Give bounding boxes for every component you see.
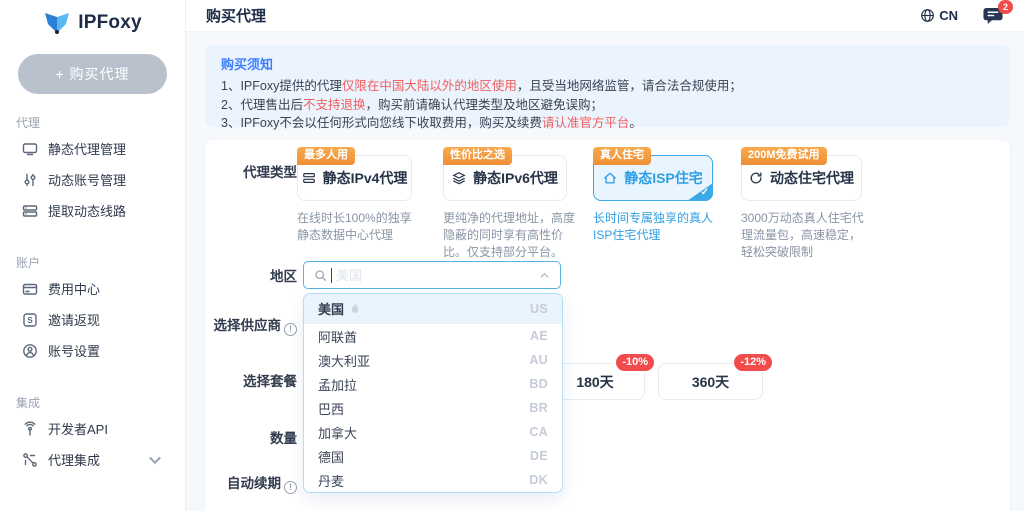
proxy-type-card-isp[interactable]: 真人住宅 静态ISP住宅 ✓ [593, 155, 713, 201]
notice-title: 购买须知 [221, 54, 994, 73]
region-option-bd[interactable]: 孟加拉BD [304, 372, 562, 396]
label-proxy-type: 代理类型 [205, 164, 297, 182]
sidebar-item-label: 邀请返现 [48, 310, 100, 329]
main-area: 购买代理 CN 2 购买须知 [186, 0, 1024, 511]
region-option-us[interactable]: 美国 US [304, 294, 562, 324]
sidebar-item-label: 费用中心 [48, 279, 100, 298]
sliders-icon [22, 172, 38, 188]
card-title: 静态IPv4代理 [323, 168, 408, 188]
supplier-info-icon[interactable]: ! [284, 323, 297, 336]
integration-icon [22, 452, 38, 468]
topbar-actions: CN 2 [920, 7, 1004, 25]
chat-unread-badge: 2 [998, 0, 1013, 14]
sidebar-item-label: 开发者API [48, 419, 108, 438]
monitor-icon [22, 141, 38, 157]
region-search-input[interactable] [303, 261, 561, 289]
region-option-au[interactable]: 澳大利亚AU [304, 348, 562, 372]
rotate-icon [749, 171, 763, 185]
content: 购买须知 1、IPFoxy提供的代理仅限在中国大陆以外的地区使用，且受当地网络监… [186, 32, 1024, 511]
package-label: 180天 [576, 372, 613, 392]
card-title: 动态住宅代理 [770, 168, 854, 188]
sidebar-item-billing[interactable]: 费用中心 [14, 273, 185, 304]
nav-section-proxy: 代理 [16, 114, 185, 131]
sidebar-item-developer-api[interactable]: 开发者API [14, 413, 185, 444]
svg-text:S: S [27, 316, 33, 325]
sidebar-item-dynamic-account[interactable]: 动态账号管理 [14, 164, 185, 195]
home-icon [603, 171, 617, 185]
fox-logo-icon [43, 10, 71, 36]
language-label: CN [939, 8, 958, 23]
sidebar: IPFoxy + 购买代理 代理 静态代理管理 动态账号管理 提取动态线路 账户 [0, 0, 186, 511]
discount-badge: -10% [616, 354, 654, 371]
chevron-up-icon[interactable] [539, 270, 550, 281]
billing-card-icon [22, 281, 38, 297]
notice-item: 1、IPFoxy提供的代理仅限在中国大陆以外的地区使用，且受当地网络监管，请合法… [221, 77, 994, 96]
region-option-ae[interactable]: 阿联酋AE [304, 324, 562, 348]
sidebar-item-extract-lines[interactable]: 提取动态线路 [14, 195, 185, 226]
app: IPFoxy + 购买代理 代理 静态代理管理 动态账号管理 提取动态线路 账户 [0, 0, 1024, 511]
discount-badge: -12% [734, 354, 772, 371]
notice-item: 2、代理售出后不支持退换，购买前请确认代理类型及地区避免误购； [221, 96, 994, 115]
proxy-type-card-ipv4[interactable]: 最多人用 静态IPv4代理 [297, 155, 412, 201]
label-package: 选择套餐 [205, 373, 297, 391]
region-input-field[interactable] [336, 268, 536, 283]
buy-proxy-button[interactable]: + 购买代理 [18, 54, 167, 94]
card-title: 静态ISP住宅 [624, 168, 703, 188]
server-icon [22, 203, 38, 219]
region-option-de[interactable]: 德国DE [304, 444, 562, 468]
label-supplier: 选择供应商! [205, 317, 297, 336]
account-icon [22, 343, 38, 359]
region-option-ca[interactable]: 加拿大CA [304, 420, 562, 444]
purchase-form: 代理类型 最多人用 静态IPv4代理 性价比之选 静态IPv6代理 真人住宅 [205, 140, 1010, 511]
sidebar-item-label: 动态账号管理 [48, 170, 126, 189]
chevron-down-icon [147, 452, 163, 468]
label-region: 地区 [205, 268, 297, 286]
label-auto-renew: 自动续期! [205, 475, 297, 494]
purchase-notice: 购买须知 1、IPFoxy提供的代理仅限在中国大陆以外的地区使用，且受当地网络监… [205, 45, 1010, 127]
region-option-dk[interactable]: 丹麦DK [304, 468, 562, 492]
proxy-type-card-dynamic[interactable]: 200M免费试用 动态住宅代理 [741, 155, 862, 201]
card-badge: 性价比之选 [443, 147, 512, 165]
sidebar-item-referral[interactable]: S 邀请返现 [14, 304, 185, 335]
nav-section-integration: 集成 [16, 394, 185, 411]
package-label: 360天 [692, 372, 729, 392]
region-option-br[interactable]: 巴西BR [304, 396, 562, 420]
chat-button[interactable]: 2 [982, 7, 1004, 25]
notice-item: 3、IPFoxy不会以任何形式向您线下收取费用，购买及续费请认准官方平台。 [221, 114, 994, 133]
search-icon [314, 269, 327, 282]
label-quantity: 数量 [205, 430, 297, 448]
text-caret [331, 268, 332, 283]
sidebar-item-label: 账号设置 [48, 341, 100, 360]
datacenter-icon [302, 171, 316, 185]
package-card-360d[interactable]: 360天 -12% [658, 363, 763, 400]
card-desc-isp: 长时间专属独享的真人ISP住宅代理 [593, 210, 723, 244]
sidebar-nav: 代理 静态代理管理 动态账号管理 提取动态线路 账户 费用中 [0, 114, 185, 475]
brand-logo: IPFoxy [0, 10, 185, 36]
layers-icon [452, 171, 466, 185]
card-desc-ipv4: 在线时长100%的独享静态数据中心代理 [297, 210, 423, 244]
topbar: 购买代理 CN 2 [186, 0, 1024, 32]
api-antenna-icon [22, 421, 38, 437]
globe-icon [920, 8, 935, 23]
card-badge: 200M免费试用 [741, 147, 827, 165]
card-badge: 最多人用 [297, 147, 355, 165]
card-badge: 真人住宅 [593, 147, 651, 165]
sidebar-item-proxy-integration[interactable]: 代理集成 [14, 444, 185, 475]
auto-renew-info-icon[interactable]: ! [284, 481, 297, 494]
proxy-type-card-ipv6[interactable]: 性价比之选 静态IPv6代理 [443, 155, 567, 201]
sidebar-item-static-proxy[interactable]: 静态代理管理 [14, 133, 185, 164]
region-dropdown: 美国 US 阿联酋AE 澳大利亚AU 孟加拉BD [303, 293, 563, 493]
sidebar-item-account-settings[interactable]: 账号设置 [14, 335, 185, 366]
page-title: 购买代理 [206, 5, 266, 26]
language-switcher[interactable]: CN [920, 8, 958, 23]
sidebar-item-label: 提取动态线路 [48, 201, 126, 220]
brand-name: IPFoxy [78, 12, 142, 34]
sidebar-item-label: 代理集成 [48, 450, 100, 469]
cashback-icon: S [22, 312, 38, 328]
sidebar-item-label: 静态代理管理 [48, 139, 126, 158]
hot-icon [349, 303, 361, 315]
card-desc-dynamic: 3000万动态真人住宅代理流量包，高速稳定，轻松突破限制 [741, 210, 869, 261]
nav-section-account: 账户 [16, 254, 185, 271]
card-title: 静态IPv6代理 [473, 168, 558, 188]
